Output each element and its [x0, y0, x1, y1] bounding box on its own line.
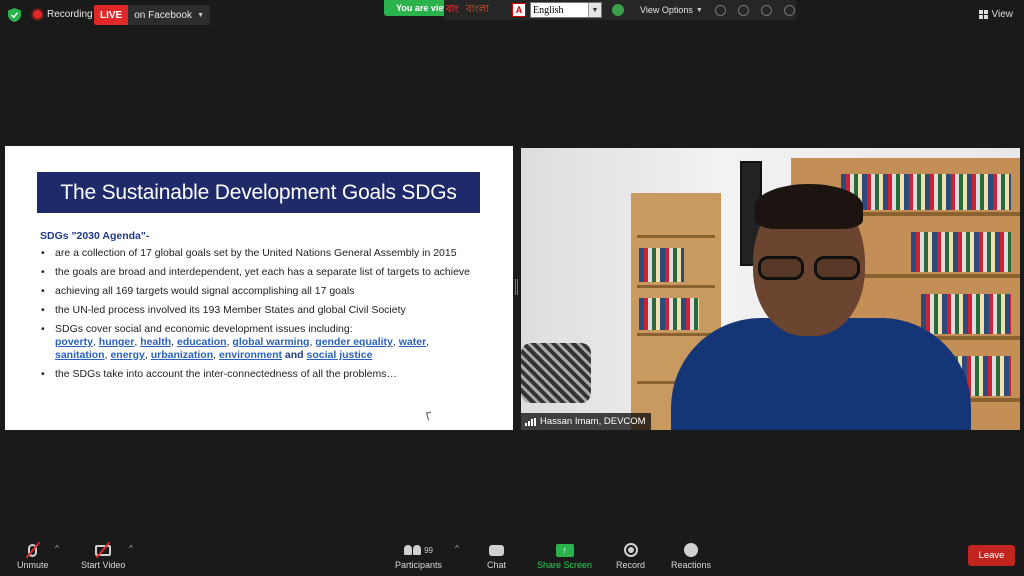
bullet-text: SDGs cover social and economic developme… — [55, 323, 353, 335]
keyword-link[interactable]: education — [177, 336, 227, 348]
bullet-item: the UN-led process involved its 193 Memb… — [41, 304, 481, 317]
meeting-controls-bar: Unmute ^ Start Video ^ 99 Participants ^… — [0, 530, 1024, 576]
slide-title: The Sustainable Development Goals SDGs — [37, 172, 480, 213]
keyword-link[interactable]: social justice — [307, 349, 373, 361]
keyword-link[interactable]: global warming — [232, 336, 309, 348]
keyword-link[interactable]: energy — [110, 349, 144, 361]
keyword-link[interactable]: gender equality — [315, 336, 393, 348]
keyword-link[interactable]: health — [140, 336, 171, 348]
share-screen-button[interactable]: ↑ Share Screen — [537, 540, 592, 570]
smiley-icon — [684, 540, 699, 560]
shared-screen-slide: The Sustainable Development Goals SDGs S… — [5, 146, 513, 430]
keyword-link[interactable]: hunger — [99, 336, 135, 348]
view-options-label: View Options — [640, 5, 693, 15]
bullet-item: the goals are broad and interdependent, … — [41, 266, 481, 279]
bangla-language-label[interactable]: বাংলা — [466, 2, 508, 19]
language-app-icon[interactable]: A — [512, 3, 526, 17]
shield-check-icon[interactable] — [8, 8, 21, 22]
zoom-meeting-window: Recording LIVE on Facebook ▼ You are vie… — [0, 0, 1024, 576]
annotate-icon[interactable] — [714, 4, 726, 16]
split-view-resize-handle[interactable] — [515, 279, 518, 295]
and-word: and — [284, 349, 304, 361]
info-icon[interactable] — [783, 4, 795, 16]
bullet-item: are a collection of 17 global goals set … — [41, 247, 481, 260]
participants-count: 99 — [424, 545, 433, 555]
settings-icon[interactable] — [737, 4, 749, 16]
unmute-button[interactable]: Unmute — [17, 540, 49, 570]
leave-button[interactable]: Leave — [968, 545, 1015, 566]
reactions-label: Reactions — [671, 560, 712, 570]
slide-bullet-list: are a collection of 17 global goals set … — [41, 247, 481, 387]
participant-video[interactable]: Hassan Imam, DEVCOM — [521, 148, 1020, 430]
live-stream-indicator[interactable]: LIVE on Facebook ▼ — [94, 5, 210, 25]
chevron-down-icon: ▼ — [197, 11, 204, 19]
connection-signal-icon — [525, 417, 536, 426]
view-button[interactable]: View — [978, 9, 1014, 20]
record-icon — [623, 540, 638, 560]
keyword-link[interactable]: water — [399, 336, 426, 348]
keyword-link[interactable]: sanitation — [55, 349, 105, 361]
participant-name: Hassan Imam, DEVCOM — [540, 416, 646, 427]
participants-label: Participants — [395, 560, 443, 570]
grid-view-icon — [978, 10, 988, 19]
recording-dot-icon — [33, 10, 42, 19]
keyword-link[interactable]: environment — [219, 349, 282, 361]
video-off-icon — [95, 540, 112, 560]
slide-subtitle: SDGs "2030 Agenda"- — [40, 230, 150, 242]
muted-microphone-icon — [25, 540, 40, 560]
chat-bubble-icon — [489, 540, 504, 560]
language-select[interactable]: English ▼ — [530, 2, 602, 18]
person-hair — [755, 184, 863, 229]
recording-indicator[interactable]: Recording — [33, 9, 93, 20]
keyword-link[interactable]: urbanization — [151, 349, 213, 361]
participant-name-tag: Hassan Imam, DEVCOM — [521, 413, 651, 430]
chevron-down-icon: ▼ — [695, 6, 703, 14]
live-badge: LIVE — [94, 5, 129, 25]
recording-label: Recording — [47, 9, 93, 20]
start-video-label: Start Video — [81, 560, 126, 570]
top-bar: Recording LIVE on Facebook ▼ You are vie… — [0, 0, 1024, 30]
unmute-label: Unmute — [17, 560, 49, 570]
record-button[interactable]: Record — [616, 540, 645, 570]
globe-icon[interactable] — [612, 4, 624, 16]
help-icon[interactable] — [760, 4, 772, 16]
share-screen-label: Share Screen — [537, 560, 593, 570]
live-destination-label: on Facebook — [134, 9, 193, 21]
reactions-button[interactable]: Reactions — [671, 540, 711, 570]
chair — [521, 343, 591, 403]
mouse-cursor-icon — [426, 411, 433, 421]
bullet-item: the SDGs take into account the inter-con… — [41, 368, 481, 381]
glasses — [758, 256, 868, 282]
language-select-value: English — [533, 4, 564, 16]
participants-button[interactable]: 99 Participants — [395, 540, 442, 570]
bangla-logo-icon: বাং — [446, 3, 459, 15]
select-arrow-icon: ▼ — [588, 3, 601, 17]
participants-icon — [404, 545, 422, 555]
bullet-item: achieving all 169 targets would signal a… — [41, 285, 481, 298]
video-options-chevron-icon[interactable]: ^ — [129, 544, 133, 553]
participants-options-chevron-icon[interactable]: ^ — [455, 544, 459, 553]
view-options-menu[interactable]: View Options ▼ — [640, 5, 703, 15]
chat-button[interactable]: Chat — [487, 540, 506, 570]
bullet-item-issues: SDGs cover social and economic developme… — [41, 323, 481, 362]
audio-options-chevron-icon[interactable]: ^ — [55, 544, 59, 553]
record-label: Record — [616, 560, 646, 570]
share-screen-icon: ↑ — [555, 540, 574, 560]
live-destination-dropdown[interactable]: on Facebook ▼ — [128, 5, 210, 25]
keyword-link[interactable]: poverty — [55, 336, 93, 348]
language-toolbar: বাং বাংলা A English ▼ View Options ▼ — [444, 0, 796, 20]
chat-label: Chat — [487, 560, 507, 570]
start-video-button[interactable]: Start Video — [81, 540, 125, 570]
view-label: View — [991, 9, 1014, 20]
